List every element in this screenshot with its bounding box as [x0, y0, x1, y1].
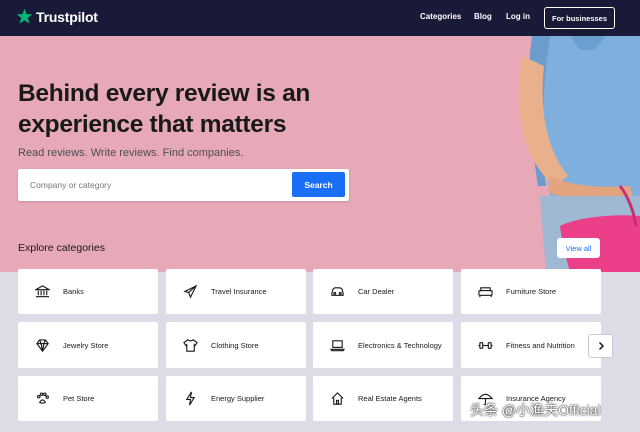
- airplane-icon: [182, 284, 198, 300]
- explore-categories-heading: Explore categories: [18, 242, 105, 254]
- car-icon: [329, 284, 345, 300]
- next-categories-button[interactable]: [588, 334, 613, 358]
- logo-text: Trustpilot: [36, 8, 98, 25]
- category-label: Pet Store: [63, 394, 95, 403]
- category-label: Furniture Store: [506, 287, 557, 296]
- bank-icon: [34, 284, 50, 300]
- category-card-furniture-store[interactable]: Furniture Store: [461, 269, 601, 314]
- hero-person-image: [518, 36, 640, 272]
- top-nav-bar: Trustpilot Categories Blog Log in For bu…: [0, 0, 640, 36]
- category-label: Real Estate Agents: [358, 394, 422, 403]
- category-label: Energy Supplier: [211, 394, 265, 403]
- search-button[interactable]: Search: [292, 172, 345, 197]
- star-logo-icon: [16, 8, 33, 24]
- category-card-pet-store[interactable]: Pet Store: [18, 376, 158, 421]
- category-label: Travel Insurance: [211, 287, 267, 296]
- category-card-jewelry-store[interactable]: Jewelry Store: [18, 322, 158, 368]
- category-card-electronics-technology[interactable]: Electronics & Technology: [313, 322, 453, 368]
- nav-login-link[interactable]: Log in: [506, 12, 530, 21]
- category-label: Electronics & Technology: [358, 340, 442, 350]
- trustpilot-logo[interactable]: Trustpilot: [16, 8, 98, 25]
- category-label: Banks: [63, 287, 84, 296]
- house-icon: [329, 391, 345, 407]
- hero-subtitle: Read reviews. Write reviews. Find compan…: [18, 147, 244, 159]
- category-card-clothing-store[interactable]: Clothing Store: [166, 322, 306, 368]
- category-label: Clothing Store: [211, 340, 259, 350]
- shirt-icon: [182, 337, 198, 353]
- nav-categories-link[interactable]: Categories: [420, 12, 461, 21]
- hero-title-line-2: experience that matters: [18, 111, 287, 138]
- category-card-energy-supplier[interactable]: Energy Supplier: [166, 376, 306, 421]
- lightning-icon: [182, 391, 198, 407]
- nav-blog-link[interactable]: Blog: [474, 12, 492, 21]
- category-card-banks[interactable]: Banks: [18, 269, 158, 314]
- hero-title: Behind every review is an experience tha…: [18, 78, 310, 140]
- hero-banner: Behind every review is an experience tha…: [0, 36, 640, 272]
- laptop-icon: [329, 337, 345, 353]
- watermark-text: 头条 @小渔夫Official: [470, 402, 601, 418]
- for-businesses-button[interactable]: For businesses: [544, 7, 615, 29]
- category-card-fitness-nutrition[interactable]: Fitness and Nutrition: [461, 322, 601, 368]
- sofa-icon: [477, 284, 493, 300]
- search-input[interactable]: Company or category: [30, 180, 111, 190]
- diamond-icon: [34, 337, 50, 353]
- category-card-real-estate-agents[interactable]: Real Estate Agents: [313, 376, 453, 421]
- dumbbell-icon: [477, 337, 493, 353]
- hero-title-line-1: Behind every review is an: [18, 80, 311, 107]
- category-label: Jewelry Store: [63, 340, 109, 350]
- category-label: Fitness and Nutrition: [506, 340, 575, 350]
- category-card-travel-insurance[interactable]: Travel Insurance: [166, 269, 306, 314]
- category-label: Car Dealer: [358, 287, 395, 296]
- paw-icon: [34, 391, 50, 407]
- view-all-button[interactable]: View all: [557, 238, 600, 258]
- chevron-right-icon: [598, 341, 604, 351]
- category-card-car-dealer[interactable]: Car Dealer: [313, 269, 453, 314]
